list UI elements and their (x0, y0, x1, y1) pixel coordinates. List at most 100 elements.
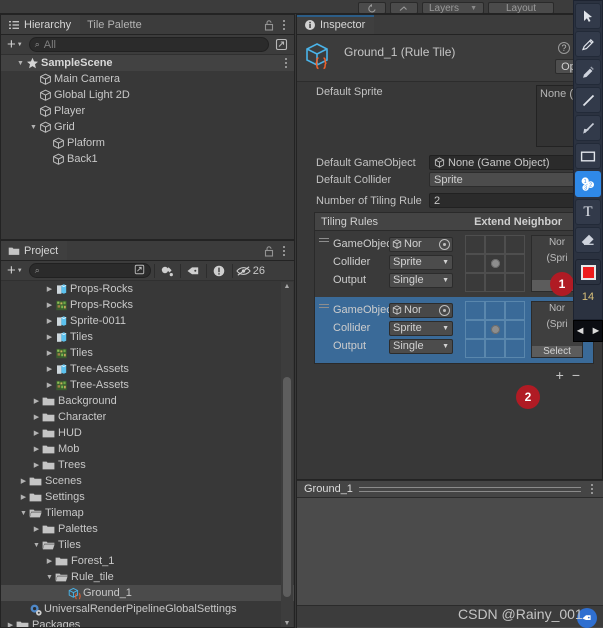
tree-row[interactable]: ▶ Forest_1 (1, 553, 294, 569)
chevron-down-icon[interactable]: ▼ (18, 510, 29, 517)
neighbor-center-cell[interactable] (485, 320, 505, 339)
tab-hierarchy[interactable]: Hierarchy (1, 15, 81, 34)
tree-row[interactable]: ▶ Tiles (1, 329, 294, 345)
chevron-right-icon[interactable]: ▶ (18, 493, 29, 501)
tree-row[interactable]: Player (1, 103, 294, 119)
chevron-down-icon[interactable]: ▼ (31, 542, 42, 549)
preview-resize-grip[interactable] (358, 486, 581, 492)
preview-menu-icon[interactable] (587, 484, 599, 494)
tree-row[interactable]: Global Light 2D (1, 87, 294, 103)
tree-row[interactable]: ▶ Palettes (1, 521, 294, 537)
hierarchy-search-input[interactable]: ⌕ All (28, 37, 269, 52)
rule-gameobject-field[interactable]: Nor (389, 236, 453, 252)
chevron-right-icon[interactable]: ▶ (44, 557, 55, 565)
neighbor-cell[interactable] (485, 301, 505, 320)
tree-row[interactable]: ▶ Tree-Assets (1, 361, 294, 377)
neighbor-cell[interactable] (465, 235, 485, 254)
chevron-right-icon[interactable]: ▶ (31, 461, 42, 469)
hierarchy-add-button[interactable]: + ▼ (4, 37, 26, 52)
chevron-right-icon[interactable]: ▶ (44, 317, 55, 325)
chevron-right-icon[interactable]: ▶ (31, 413, 42, 421)
neighbor-cell[interactable] (465, 273, 485, 292)
project-search-expand-icon[interactable] (134, 264, 145, 278)
tree-row[interactable]: ▶ Background (1, 393, 294, 409)
annotation-nav-prev[interactable]: ◄ (575, 325, 586, 337)
chevron-right-icon[interactable]: ▶ (31, 525, 42, 533)
line-icon[interactable] (575, 87, 601, 113)
help-icon[interactable]: ? (558, 42, 570, 54)
rule-gameobject-field[interactable]: Nor (389, 302, 453, 318)
chevron-right-icon[interactable]: ▶ (5, 621, 16, 627)
tree-row[interactable]: ▶ Mob (1, 441, 294, 457)
object-picker-icon[interactable] (439, 238, 450, 250)
tree-row[interactable]: ▶ HUD (1, 425, 294, 441)
rule-sprite-select-button[interactable]: Select (532, 346, 582, 357)
tree-row[interactable]: ▶ Tree-Assets (1, 377, 294, 393)
chevron-right-icon[interactable]: ▶ (44, 349, 55, 357)
default-collider-dropdown[interactable]: Sprite (429, 172, 596, 187)
default-gameobject-field[interactable]: None (Game Object) (429, 155, 596, 170)
layers-dropdown[interactable]: Layers ▼ (422, 2, 484, 13)
tree-row[interactable]: ▼ SampleScene (1, 55, 294, 71)
tiling-rules-remove-button[interactable]: − (572, 367, 580, 383)
chevron-right-icon[interactable]: ▶ (18, 477, 29, 485)
hand-icon[interactable] (390, 2, 418, 13)
neighbor-cell[interactable] (465, 339, 485, 358)
project-scrollbar[interactable]: ▲ ▼ (281, 282, 293, 627)
tree-row[interactable]: ▼ Rule_tile (1, 569, 294, 585)
rectangle-icon[interactable] (575, 143, 601, 169)
tab-tile-palette[interactable]: Tile Palette (80, 15, 151, 34)
hierarchy-row-menu-icon[interactable] (282, 58, 294, 68)
number-of-tiling-rules-input[interactable]: 2 (429, 193, 596, 208)
neighbor-cell[interactable] (465, 320, 485, 339)
neighbor-cell[interactable] (505, 339, 525, 358)
tree-row[interactable]: ▶ Sprite-0011 (1, 313, 294, 329)
rule-drag-handle[interactable] (315, 301, 333, 358)
neighbor-cell[interactable] (505, 320, 525, 339)
marker-icon[interactable] (575, 59, 601, 85)
tree-row[interactable]: ▶ Packages (1, 617, 294, 627)
pencil-icon[interactable] (575, 31, 601, 57)
rule-collider-dropdown[interactable]: Sprite ▼ (389, 254, 453, 270)
layout-dropdown[interactable]: Layout (488, 2, 554, 13)
rule-collider-dropdown[interactable]: Sprite ▼ (389, 320, 453, 336)
tree-row[interactable]: ▶ Character (1, 409, 294, 425)
tree-row[interactable]: ▼ Grid (1, 119, 294, 135)
warning-filter-icon[interactable] (210, 263, 229, 279)
tree-row[interactable]: ▶ Trees (1, 457, 294, 473)
chevron-right-icon[interactable]: ▶ (44, 301, 55, 309)
chevron-down-icon[interactable]: ▼ (15, 60, 26, 67)
tiling-rule-item[interactable]: GameObject Nor Collider Sprite ▼ Output Single… (315, 297, 593, 363)
rule-drag-handle[interactable] (315, 235, 333, 292)
tree-row[interactable]: ▼ Tiles (1, 537, 294, 553)
chevron-right-icon[interactable]: ▶ (44, 285, 55, 293)
tab-inspector[interactable]: Inspector (297, 15, 375, 34)
neighbor-cell[interactable] (485, 273, 505, 292)
tree-row[interactable]: Ground_1 (1, 585, 294, 601)
rule-output-dropdown[interactable]: Single ▼ (389, 272, 453, 288)
neighbor-cell[interactable] (505, 254, 525, 273)
rule-neighbor-grid[interactable] (465, 301, 525, 358)
object-picker-icon[interactable] (439, 304, 450, 316)
tiling-rules-add-button[interactable]: + (556, 367, 564, 383)
paint-filter-icon[interactable] (158, 263, 177, 279)
arrow-icon[interactable] (575, 115, 601, 141)
neighbor-cell[interactable] (465, 254, 485, 273)
tree-row[interactable]: ▶ Tiles (1, 345, 294, 361)
project-tree[interactable]: ▶ Props-Rocks ▶ Props-Rocks ▶ Sprite-0011 ▶ Til… (1, 281, 294, 627)
scroll-up-arrow-icon[interactable]: ▲ (281, 282, 293, 290)
neighbor-center-cell[interactable] (485, 254, 505, 273)
neighbor-cell[interactable] (505, 273, 525, 292)
hidden-assets-filter[interactable]: 26 (236, 265, 269, 277)
chevron-right-icon[interactable]: ▶ (44, 333, 55, 341)
project-search-input[interactable]: ⌕ (28, 263, 151, 278)
chevron-right-icon[interactable]: ▶ (44, 365, 55, 373)
chevron-right-icon[interactable]: ▶ (31, 429, 42, 437)
rule-neighbor-grid[interactable] (465, 235, 525, 292)
tree-row[interactable]: Back1 (1, 151, 294, 167)
cursor-icon[interactable] (575, 3, 601, 29)
tree-row[interactable]: ▼ Tilemap (1, 505, 294, 521)
chevron-right-icon[interactable]: ▶ (31, 445, 42, 453)
text-icon[interactable]: T (575, 199, 601, 225)
chevron-right-icon[interactable]: ▶ (44, 381, 55, 389)
